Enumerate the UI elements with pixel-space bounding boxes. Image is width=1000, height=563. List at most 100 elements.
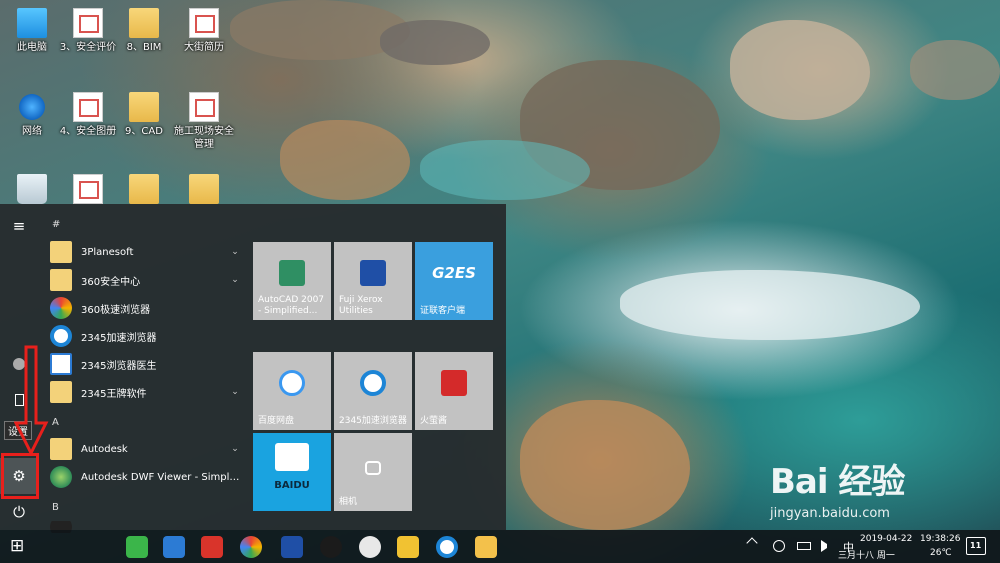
firefly-icon [441,370,467,396]
annotation-arrow [14,345,49,457]
taskbar-app-fuji-xerox[interactable] [281,536,303,558]
desktop-icon-label: 施工现场安全管理 [174,126,234,150]
desktop-icon-cad[interactable]: 9、CAD [112,92,176,138]
taskbar-app-file-explorer[interactable] [475,536,497,558]
battery-icon[interactable] [797,542,811,550]
taskbar-app-qq[interactable] [320,536,342,558]
ie-browser-icon [50,325,72,347]
app-item-3planesoft[interactable]: 3Planesoft ⌄ [50,239,242,265]
recycle-bin-icon [17,174,47,204]
power-button[interactable]: ⏻ [0,494,38,530]
notification-count: 11 [970,541,982,550]
taskbar-app-wechat[interactable] [126,536,148,558]
desktop-icon-resume[interactable]: 大街简历 [172,8,236,54]
expand-menu-button[interactable]: ≡ [0,208,38,244]
tile-2345-browser[interactable]: 2345加速浏览器 [334,352,412,430]
desktop-icon-label: 大街简历 [184,42,224,53]
tile-label: 相机 [339,497,358,507]
app-name: 2345加速浏览器 [81,332,157,344]
computer-icon [17,8,47,38]
document-icon [189,92,219,122]
tile-baidu-netdisk[interactable]: 百度网盘 [253,352,331,430]
desktop-icon-bim[interactable]: 8、BIM [112,8,176,54]
folder-icon [50,269,72,291]
app-item-autodesk-dwf[interactable]: Autodesk DWF Viewer - Simplifie... [50,464,242,490]
wallpaper-water [620,270,920,340]
letter-header-a[interactable]: A [52,417,59,428]
tile-label: Fuji Xerox Utilities [339,295,383,316]
clock-date: 2019-04-22 [860,534,913,544]
watermark-brand: Bai 经验 [770,462,905,502]
notification-center-button[interactable]: 11 [966,537,986,555]
folder-icon [50,241,72,263]
taskbar-app-360-browser[interactable] [240,536,262,558]
tile-label: 火萤酱 [420,416,448,426]
app-item-360-browser[interactable]: 360极速浏览器 [50,295,242,321]
desktop-icon-recycle-bin[interactable] [0,174,64,207]
tile-huoyingjiang[interactable]: 火萤酱 [415,352,493,430]
desktop-icon-folder[interactable] [172,174,236,207]
start-button[interactable]: ⊞ [10,536,24,556]
tile-autocad[interactable]: AutoCAD 2007 - Simplified... [253,242,331,320]
app-item-autodesk[interactable]: Autodesk ⌄ [50,436,242,462]
app-name: Autodesk [81,443,128,455]
tile-fuji-xerox[interactable]: Fuji Xerox Utilities [334,242,412,320]
document-icon [73,92,103,122]
folder-icon [189,174,219,204]
desktop-icon-label: 4、安全图册 [59,126,117,137]
wallpaper-rock [280,120,410,200]
app-name: 2345王牌软件 [81,388,147,400]
cloud-icon [279,370,305,396]
desktop-icon-site-safety[interactable]: 施工现场安全管理 [172,92,236,151]
app-item-2345-suite[interactable]: 2345王牌软件 ⌄ [50,379,242,405]
settings-highlight-box [1,453,39,499]
wallpaper-rock [910,40,1000,100]
chevron-down-icon: ⌄ [231,444,239,454]
taskbar-app-sticky[interactable] [397,536,419,558]
chevron-down-icon: ⌄ [231,247,239,257]
tile-label: 证联客户端 [420,306,466,316]
desktop-icon-safety-atlas[interactable]: 4、安全图册 [56,92,120,138]
dwf-viewer-icon [50,466,72,488]
app-item-2345-browser[interactable]: 2345加速浏览器 [50,323,242,349]
baidu-tile-text: BAIDU [274,480,310,491]
g2es-logo-icon: G2ES [432,264,476,282]
chevron-up-icon[interactable] [746,537,758,549]
autocad-icon [279,260,305,286]
taskbar-app-fx[interactable] [201,536,223,558]
network-icon [17,92,47,122]
app-item-360-security[interactable]: 360安全中心 ⌄ [50,267,242,293]
desktop-icon-safety-eval[interactable]: 3、安全评价 [56,8,120,54]
system-clock[interactable]: 2019-04-22 19:38:26 三月十八 周一 26℃ [838,532,960,561]
taskbar-app-fox[interactable] [359,536,381,558]
tray-app-icon[interactable] [773,540,785,552]
wallpaper-rock [730,20,870,120]
desktop-icon-label: 此电脑 [17,42,47,53]
tile-baidu[interactable]: BAIDU [253,433,331,511]
folder-icon [50,438,72,460]
taskbar: ⊞ 中 2019-04-22 19:38:26 三月十八 周一 26℃ 11 [0,530,1000,563]
desktop-icon-network[interactable]: 网络 [0,92,64,138]
taskbar-app-network[interactable] [163,536,185,558]
app-item-2345-doctor[interactable]: 2345浏览器医生 [50,351,242,377]
tile-camera[interactable]: 相机 [334,433,412,511]
volume-icon[interactable] [821,540,831,552]
letter-header-b[interactable]: B [52,502,59,513]
wallpaper-water [420,140,590,200]
clock-temperature: 26℃ [930,548,952,558]
desktop-icon-folder[interactable] [112,174,176,207]
app-name: 360安全中心 [81,276,141,288]
taskbar-app-ie[interactable] [436,536,458,558]
app-name: Autodesk DWF Viewer - Simplifie... [81,471,242,483]
folder-icon [50,381,72,403]
power-icon: ⏻ [13,503,25,521]
watermark-url: jingyan.baidu.com [770,506,890,521]
tile-label: 2345加速浏览器 [339,416,407,426]
letter-header-hash[interactable]: # [52,219,60,230]
tile-label: 百度网盘 [258,416,295,426]
folder-icon [129,174,159,204]
tile-zhenglian[interactable]: G2ES 证联客户端 [415,242,493,320]
printer-icon [360,260,386,286]
desktop-icon-this-pc[interactable]: 此电脑 [0,8,64,54]
desktop-icon-document[interactable] [56,174,120,207]
